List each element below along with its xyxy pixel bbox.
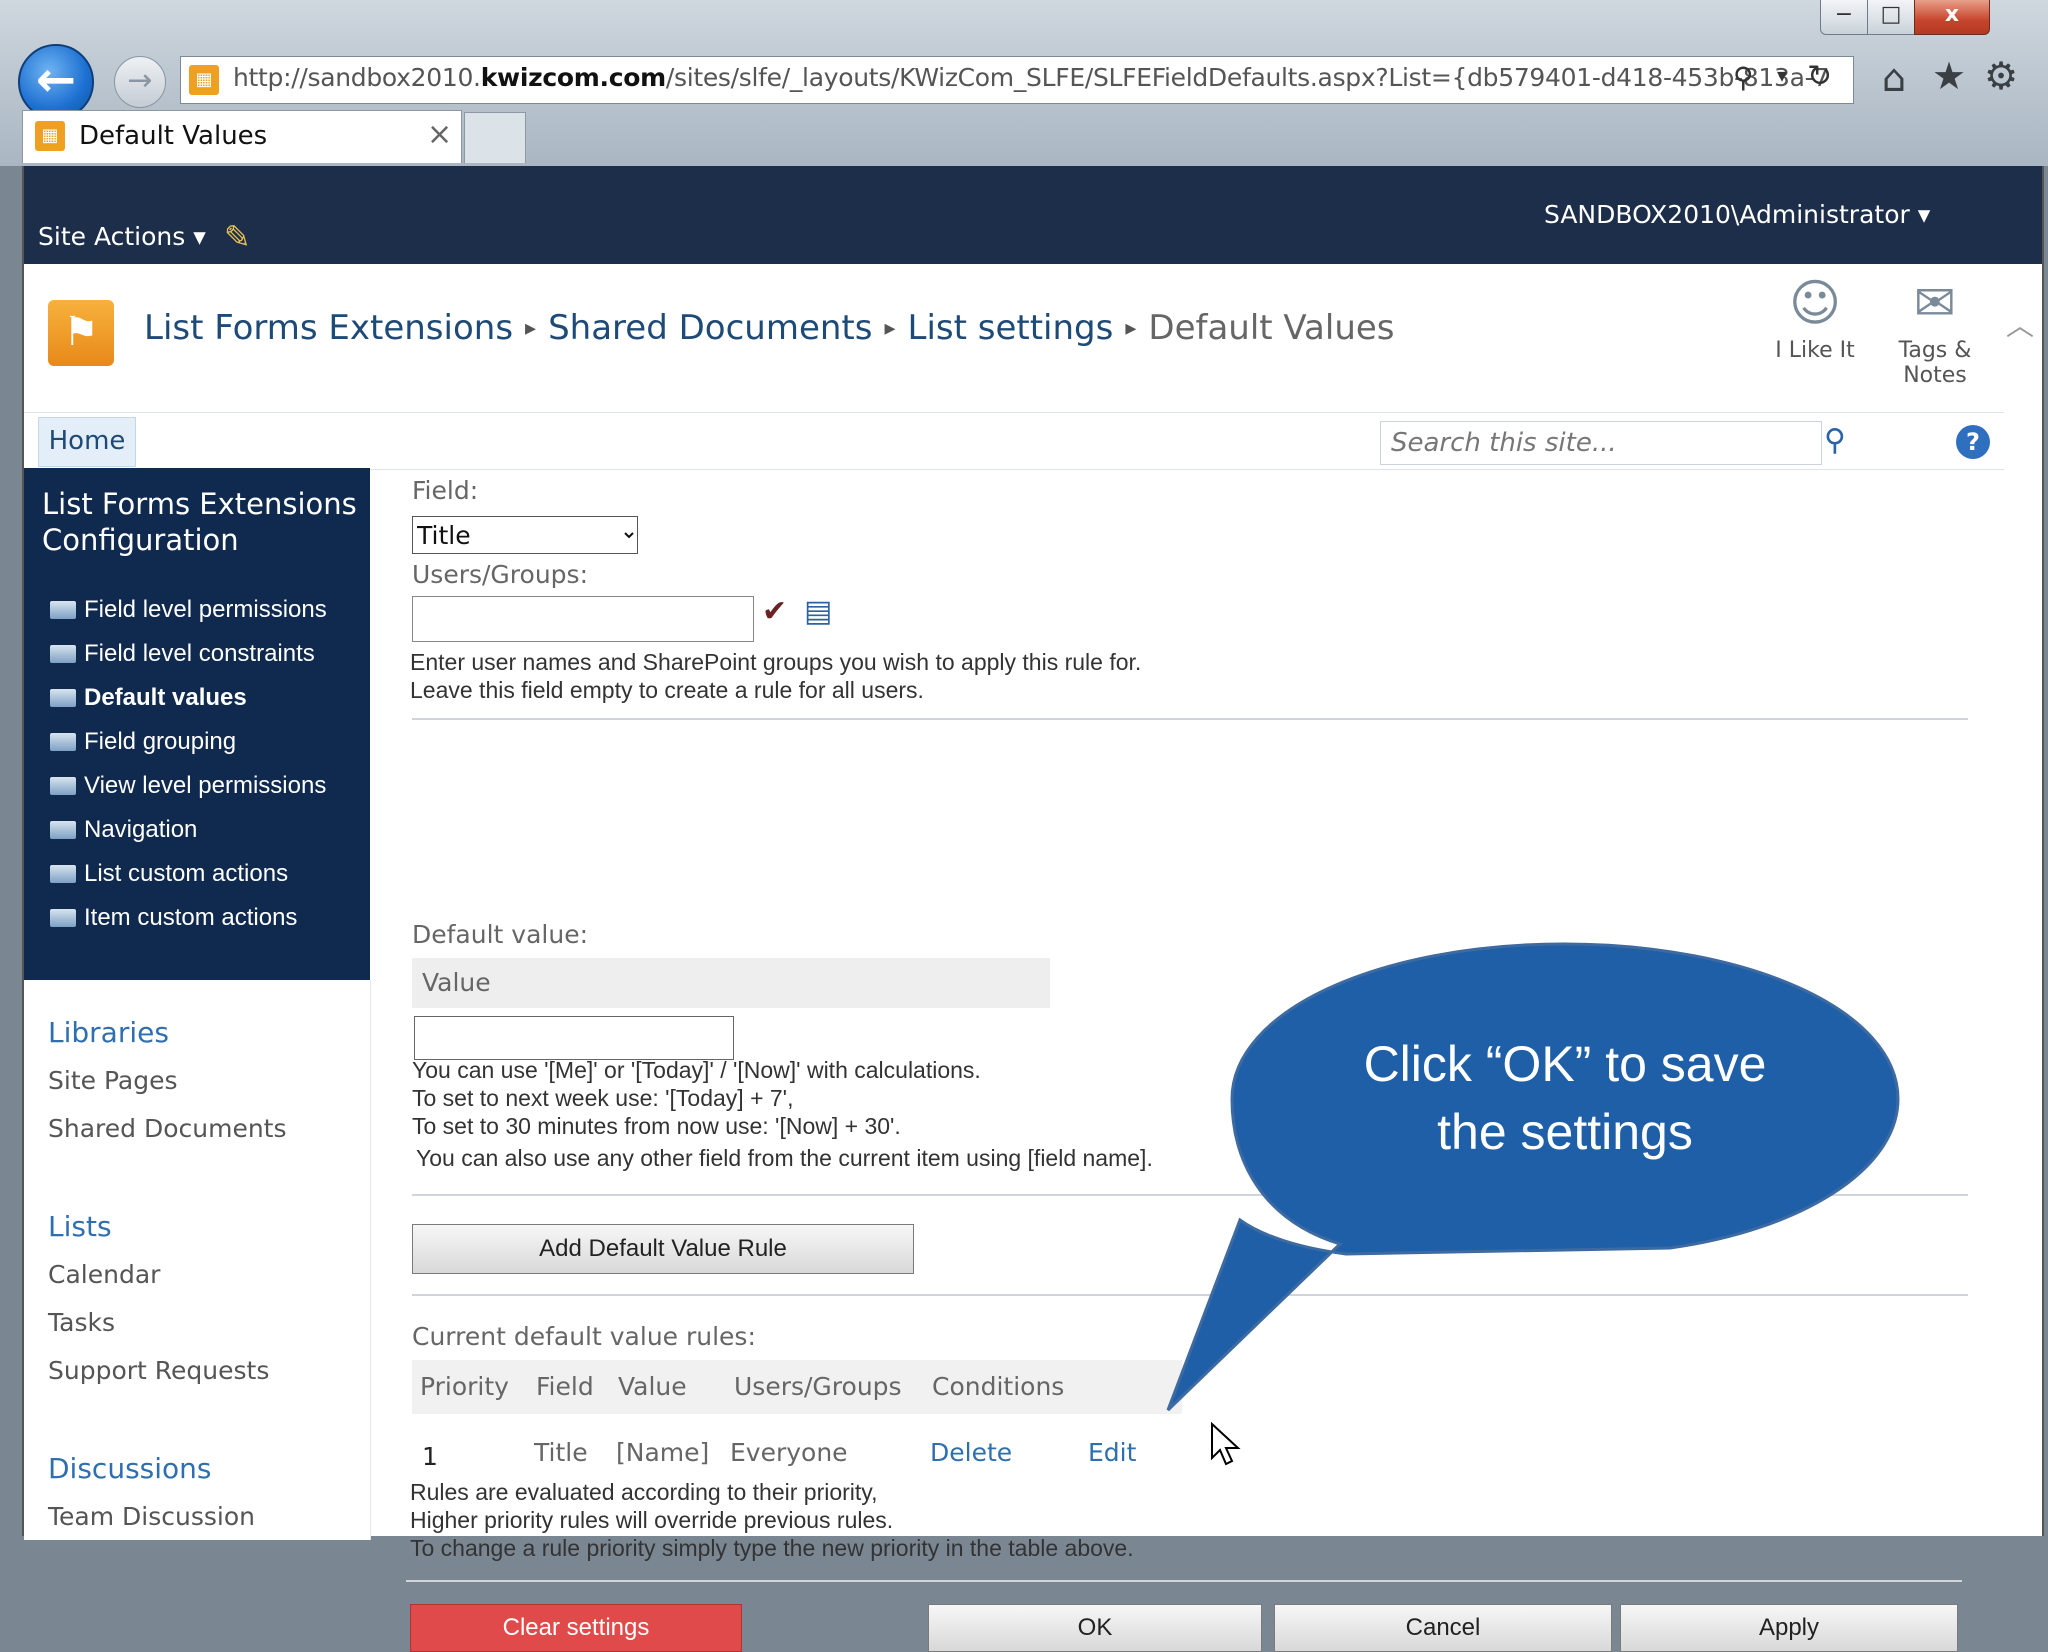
apply-button[interactable]: Apply	[1620, 1604, 1958, 1652]
ok-button[interactable]: OK	[928, 1604, 1262, 1652]
callout-line-2: the settings	[1437, 1104, 1693, 1160]
callout-line-1: Click “OK” to save	[1363, 1036, 1767, 1092]
cancel-button[interactable]: Cancel	[1274, 1604, 1612, 1652]
divider	[406, 1580, 1962, 1582]
callout-shape	[1166, 942, 1900, 1412]
callout-bubble	[1166, 942, 1900, 1412]
clear-settings-button[interactable]: Clear settings	[410, 1604, 742, 1652]
rules-help-line-3: To change a rule priority simply type th…	[410, 1535, 1134, 1561]
callout-text: Click “OK” to save the settings	[1232, 1030, 1898, 1166]
